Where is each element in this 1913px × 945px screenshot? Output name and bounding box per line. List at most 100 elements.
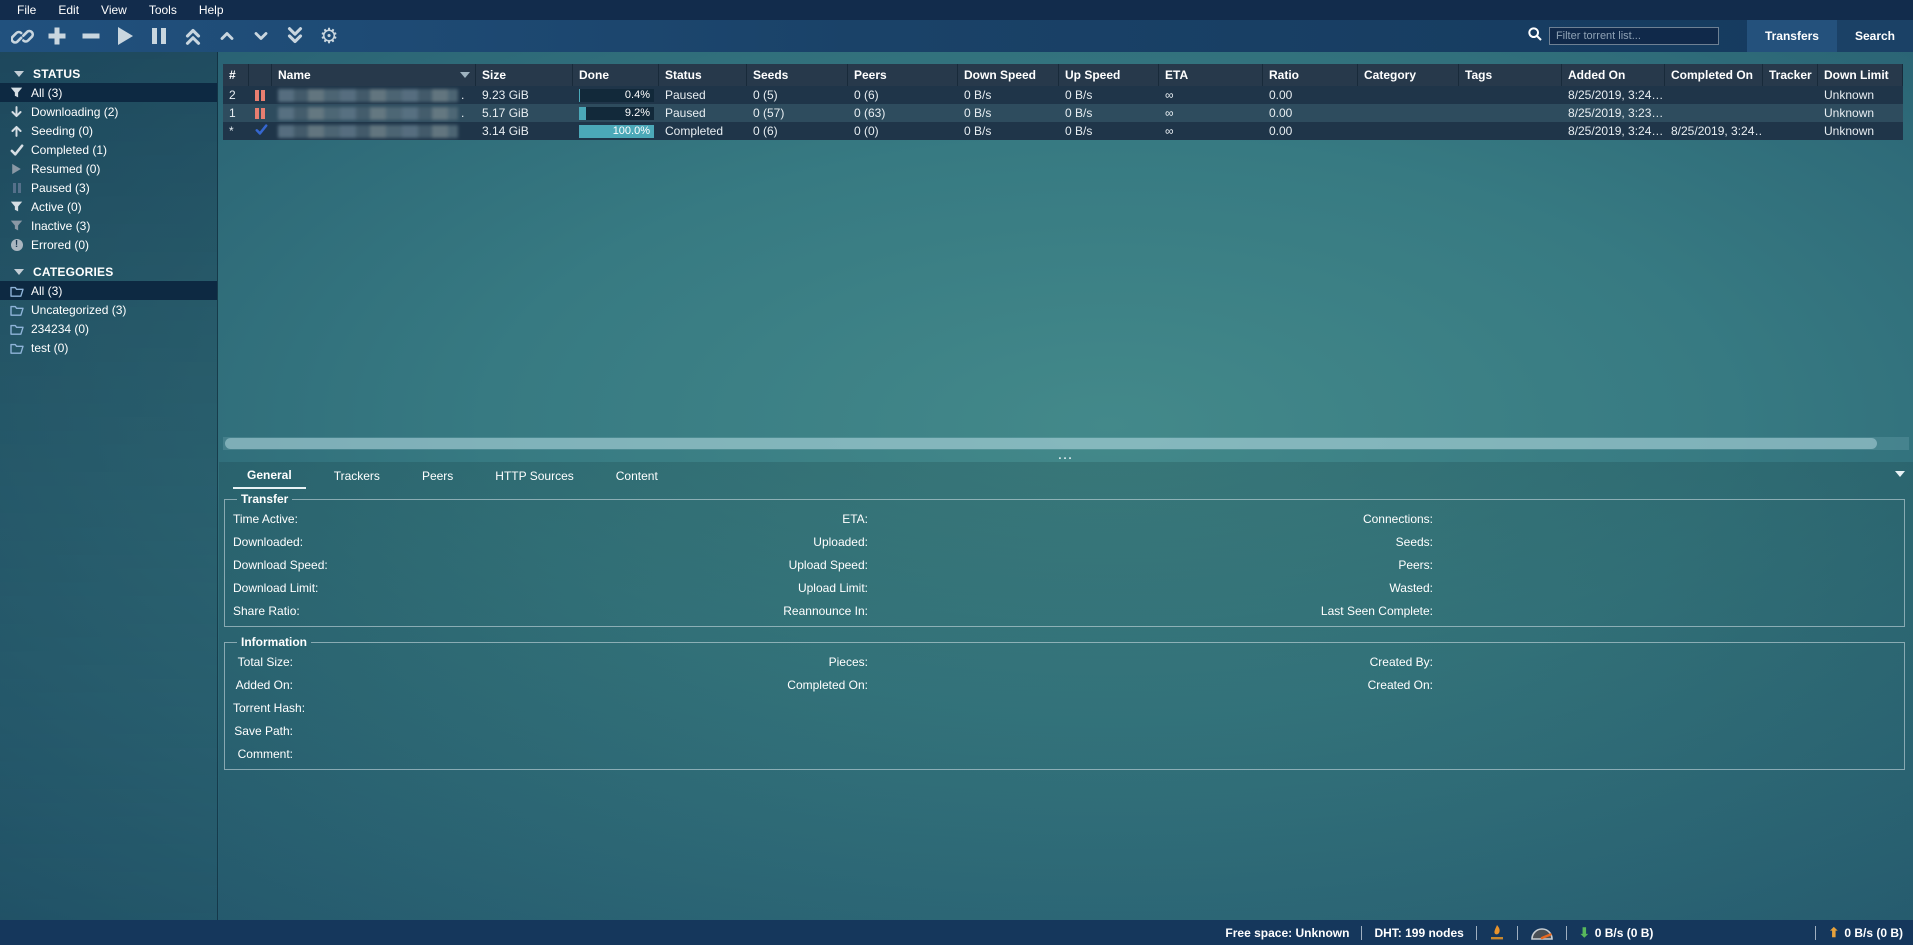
torrent-row[interactable]: * 3.14 GiB 100.0% Completed 0 (6) 0 (0) … <box>223 122 1903 140</box>
categories-section-header[interactable]: CATEGORIES <box>0 262 217 281</box>
up-arrow-icon: ⬆ <box>1828 925 1839 941</box>
chevron-down-icon <box>251 26 271 46</box>
value-wasted <box>1433 581 1896 595</box>
sidebar-item-inactive[interactable]: Inactive (3) <box>0 216 217 235</box>
col-header-eta[interactable]: ETA <box>1159 64 1263 86</box>
col-header-down-speed[interactable]: Down Speed <box>958 64 1059 86</box>
col-header-down-limit[interactable]: Down Limit <box>1818 64 1903 86</box>
col-header-up-speed[interactable]: Up Speed <box>1059 64 1159 86</box>
horizontal-scrollbar[interactable] <box>223 437 1909 450</box>
increase-priority-button[interactable] <box>212 23 242 49</box>
detail-menu-caret-icon[interactable] <box>1895 471 1905 477</box>
category-item-test[interactable]: test (0) <box>0 338 217 357</box>
menu-file[interactable]: File <box>6 1 47 19</box>
col-header-size[interactable]: Size <box>476 64 573 86</box>
decrease-priority-button[interactable] <box>246 23 276 49</box>
tab-trackers[interactable]: Trackers <box>320 464 394 488</box>
filter-icon <box>8 199 25 214</box>
upload-icon <box>8 123 25 138</box>
col-header-tracker[interactable]: Tracker <box>1763 64 1818 86</box>
panel-splitter-handle[interactable]: ... <box>219 450 1913 462</box>
qbittorrent-webui: File Edit View Tools Help <box>0 0 1913 945</box>
collapse-caret-icon <box>14 71 24 77</box>
value-share-ratio <box>293 604 758 618</box>
col-header-added-on[interactable]: Added On <box>1562 64 1665 86</box>
col-header-seeds[interactable]: Seeds <box>747 64 848 86</box>
col-header-category[interactable]: Category <box>1358 64 1459 86</box>
label-total-size: Total Size: <box>233 655 293 669</box>
sidebar-item-errored[interactable]: ! Errored (0) <box>0 235 217 254</box>
sidebar-item-seeding[interactable]: Seeding (0) <box>0 121 217 140</box>
delete-torrent-button[interactable] <box>76 23 106 49</box>
sidebar-item-resumed[interactable]: Resumed (0) <box>0 159 217 178</box>
information-legend: Information <box>237 635 311 649</box>
col-header-name[interactable]: Name <box>272 64 476 86</box>
scrollbar-thumb[interactable] <box>225 438 1877 449</box>
menu-help[interactable]: Help <box>188 1 235 19</box>
label-eta: ETA: <box>758 512 868 526</box>
sidebar-item-all[interactable]: All (3) <box>0 83 217 102</box>
folder-icon <box>8 340 25 355</box>
col-header-completed-on[interactable]: Completed On <box>1665 64 1763 86</box>
sidebar-item-paused[interactable]: Paused (3) <box>0 178 217 197</box>
tab-general[interactable]: General <box>233 463 306 489</box>
down-arrow-icon: ⬇ <box>1579 925 1590 941</box>
label-comment: Comment: <box>233 747 293 761</box>
detail-panel: General Trackers Peers HTTP Sources Cont… <box>219 462 1913 920</box>
error-icon: ! <box>8 237 25 252</box>
value-reannounce-in <box>868 604 1283 618</box>
add-torrent-link-button[interactable] <box>8 23 38 49</box>
filter-torrent-input[interactable] <box>1549 27 1719 45</box>
col-header-peers[interactable]: Peers <box>848 64 958 86</box>
value-download-limit <box>293 581 758 595</box>
col-header-ratio[interactable]: Ratio <box>1263 64 1358 86</box>
sidebar-item-downloading[interactable]: Downloading (2) <box>0 102 217 121</box>
filters-sidebar: STATUS All (3) Downloading (2) Seeding (… <box>0 52 218 920</box>
progress-bar: 100.0% <box>579 125 654 138</box>
sidebar-item-completed[interactable]: Completed (1) <box>0 140 217 159</box>
label-wasted: Wasted: <box>1283 581 1433 595</box>
menu-view[interactable]: View <box>90 1 138 19</box>
bottom-priority-button[interactable] <box>280 23 310 49</box>
label-seeds: Seeds: <box>1283 535 1433 549</box>
top-priority-button[interactable] <box>178 23 208 49</box>
add-torrent-button[interactable] <box>42 23 72 49</box>
label-downloaded: Downloaded: <box>233 535 293 549</box>
category-item-234234[interactable]: 234234 (0) <box>0 319 217 338</box>
label-torrent-hash: Torrent Hash: <box>233 701 293 715</box>
transfer-fieldset: Transfer Time Active: ETA: Connections: … <box>224 492 1905 627</box>
label-time-active: Time Active: <box>233 512 293 526</box>
label-peers: Peers: <box>1283 558 1433 572</box>
tab-http-sources[interactable]: HTTP Sources <box>481 464 587 488</box>
tab-transfers[interactable]: Transfers <box>1747 20 1837 52</box>
col-header-done[interactable]: Done <box>573 64 659 86</box>
tab-peers[interactable]: Peers <box>408 464 467 488</box>
label-upload-limit: Upload Limit: <box>758 581 868 595</box>
menu-tools[interactable]: Tools <box>138 1 188 19</box>
category-item-uncategorized[interactable]: Uncategorized (3) <box>0 300 217 319</box>
connection-status-icon[interactable] <box>1489 924 1505 941</box>
status-section-header[interactable]: STATUS <box>0 64 217 83</box>
sidebar-item-active[interactable]: Active (0) <box>0 197 217 216</box>
options-button[interactable]: ⚙ <box>314 23 344 49</box>
pause-button[interactable] <box>144 23 174 49</box>
tab-content[interactable]: Content <box>602 464 672 488</box>
col-header-state[interactable] <box>249 64 272 86</box>
col-header-number[interactable]: # <box>223 64 249 86</box>
alt-speed-limits-icon[interactable] <box>1530 925 1554 940</box>
value-total-size <box>293 655 758 669</box>
col-header-status[interactable]: Status <box>659 64 747 86</box>
tab-search[interactable]: Search <box>1837 20 1913 52</box>
torrent-row[interactable]: 1 . 5.17 GiB 9.2% Paused 0 (57) 0 (63) 0… <box>223 104 1903 122</box>
value-downloaded <box>293 535 758 549</box>
label-download-speed: Download Speed: <box>233 558 293 572</box>
col-header-tags[interactable]: Tags <box>1459 64 1562 86</box>
value-upload-limit <box>868 581 1283 595</box>
torrent-row[interactable]: 2 . 9.23 GiB 0.4% Paused 0 (5) 0 (6) 0 B… <box>223 86 1903 104</box>
value-seeds <box>1433 535 1896 549</box>
category-item-all[interactable]: All (3) <box>0 281 217 300</box>
menu-edit[interactable]: Edit <box>47 1 90 19</box>
minus-icon <box>80 25 102 47</box>
resume-button[interactable] <box>110 23 140 49</box>
label-upload-speed: Upload Speed: <box>758 558 868 572</box>
